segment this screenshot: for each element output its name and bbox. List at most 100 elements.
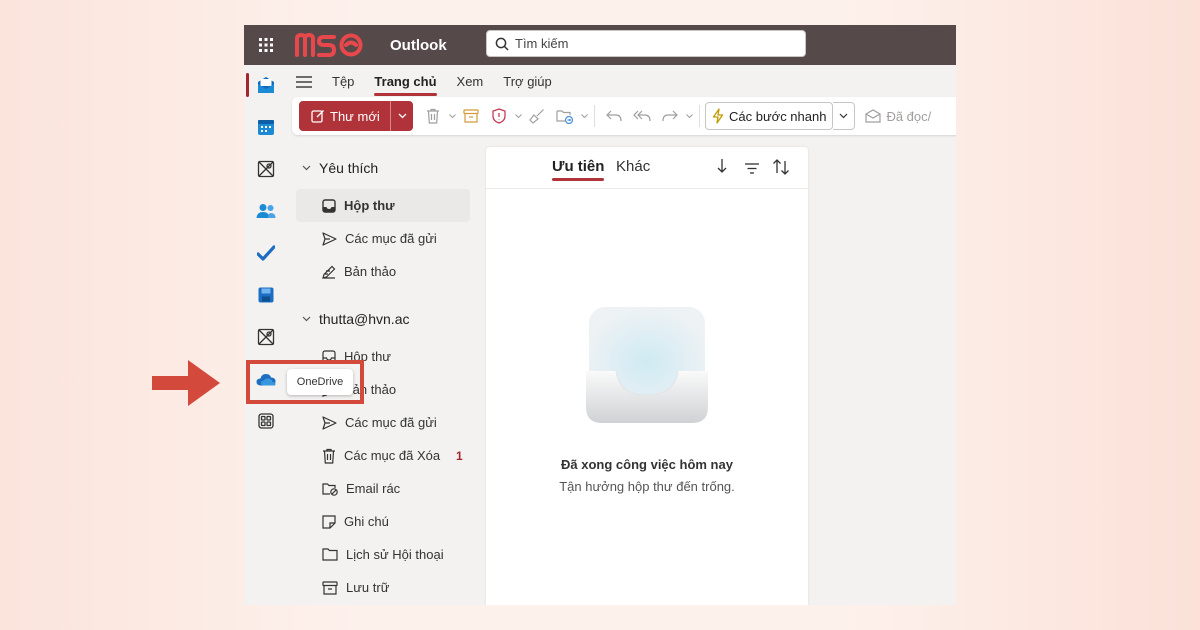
folder-label: Các mục đã Xóa — [344, 448, 441, 463]
new-mail-label: Thư mới — [330, 108, 380, 124]
folder-sent[interactable]: Các mục đã gửi — [296, 406, 476, 439]
app-launcher-icon[interactable] — [244, 25, 288, 65]
folder-fav-sent[interactable]: Các mục đã gửi — [296, 222, 476, 255]
trash-icon — [427, 108, 439, 124]
ribbon-toolbar: Thư mới Các bước nhanh Đã đọc/ — [292, 97, 956, 135]
archive-icon — [322, 580, 338, 595]
app-name: Outlook — [390, 36, 447, 54]
folder-label: Email rác — [346, 481, 401, 496]
lightning-icon — [712, 108, 724, 124]
tab-home[interactable]: Trang chủ — [374, 69, 437, 96]
empty-state-title: Đã xong công việc hôm nay — [561, 457, 733, 472]
rail-mail[interactable] — [244, 67, 288, 103]
app-icon — [257, 160, 275, 178]
quick-steps-button[interactable]: Các bước nhanh — [705, 102, 834, 130]
filter-icon[interactable] — [745, 161, 759, 179]
archive-icon — [463, 109, 479, 123]
account-header[interactable]: thutta@hvn.ac — [296, 298, 476, 340]
folder-label: Các mục đã gửi — [345, 415, 437, 430]
unread-count-badge: 1 — [456, 448, 463, 463]
rail-calendar[interactable] — [244, 109, 288, 145]
folder-label: Hộp thư — [344, 198, 395, 213]
folder-label: Ghi chú — [344, 514, 389, 529]
sort-icon[interactable] — [772, 159, 790, 180]
folder-notes[interactable]: Ghi chú — [296, 505, 476, 538]
send-icon — [322, 231, 337, 246]
onedrive-tooltip: OneDrive — [287, 369, 353, 395]
tab-focused[interactable]: Ưu tiên — [552, 158, 605, 181]
forward-icon — [662, 110, 678, 122]
respond-dropdown[interactable] — [684, 101, 694, 131]
report-dropdown[interactable] — [513, 101, 523, 131]
search-box[interactable]: Tìm kiếm — [486, 30, 806, 57]
top-bar: Outlook Tìm kiếm — [244, 25, 956, 65]
shield-icon — [492, 108, 506, 124]
folder-label: Lịch sử Hội thoại — [346, 547, 444, 562]
new-mail-dropdown[interactable] — [391, 113, 413, 119]
chevron-down-icon — [302, 316, 311, 322]
outlook-window: Outlook Tìm kiếm Tệp Trang chủ Xem Trợ g… — [244, 25, 956, 605]
forward-button[interactable] — [656, 101, 684, 131]
folder-label: Bản thảo — [344, 264, 397, 279]
tab-view[interactable]: Xem — [457, 69, 484, 95]
empty-state-subtitle: Tận hưởng hộp thư đến trống. — [559, 479, 735, 494]
reply-icon — [606, 110, 622, 122]
chevron-down-icon — [685, 113, 693, 118]
folder-fav-inbox[interactable]: Hộp thư — [296, 189, 470, 222]
favorites-header[interactable]: Yêu thích — [296, 147, 476, 189]
reply-all-icon — [633, 110, 651, 122]
rail-people[interactable] — [244, 193, 288, 229]
message-list: Ưu tiên Khác Đã xong công việc hôm nay T… — [486, 147, 808, 605]
more-apps-icon — [258, 413, 274, 429]
reply-button[interactable] — [600, 101, 628, 131]
rail-app-2[interactable] — [244, 319, 288, 355]
tab-other[interactable]: Khác — [616, 158, 650, 175]
tab-help[interactable]: Trợ giúp — [503, 69, 552, 95]
move-to-button[interactable] — [551, 101, 579, 131]
save-icon — [258, 287, 274, 303]
chevron-down-icon — [580, 113, 588, 118]
folder-deleted[interactable]: Các mục đã Xóa 1 — [296, 439, 476, 472]
delete-button[interactable] — [419, 101, 447, 131]
quick-steps-dropdown[interactable] — [833, 102, 856, 130]
hamburger-menu-icon[interactable] — [296, 76, 318, 88]
delete-dropdown[interactable] — [447, 101, 457, 131]
rail-app-1[interactable] — [244, 151, 288, 187]
mail-icon — [258, 77, 274, 93]
app-rail — [244, 65, 288, 605]
message-list-header: Ưu tiên Khác — [486, 147, 808, 189]
trash-icon — [323, 448, 335, 464]
reply-all-button[interactable] — [628, 101, 656, 131]
chevron-down-icon — [302, 165, 311, 171]
folder-move-icon — [556, 110, 574, 124]
folder-junk[interactable]: Email rác — [296, 472, 476, 505]
mso-logo — [294, 31, 366, 59]
rail-save[interactable] — [244, 277, 288, 313]
jump-down-icon[interactable] — [716, 158, 728, 179]
new-mail-button[interactable]: Thư mới — [299, 101, 413, 131]
send-icon — [322, 415, 337, 430]
folder-conversation-history[interactable]: Lịch sử Hội thoại — [296, 538, 476, 571]
new-mail-main[interactable]: Thư mới — [299, 101, 391, 131]
calendar-icon — [258, 120, 274, 135]
junk-folder-icon — [322, 482, 338, 496]
sweep-button[interactable] — [523, 101, 551, 131]
report-button[interactable] — [485, 101, 513, 131]
broom-icon — [529, 109, 544, 124]
chevron-down-icon — [840, 113, 848, 119]
tab-file[interactable]: Tệp — [332, 69, 354, 95]
chevron-down-icon — [448, 113, 456, 118]
todo-icon — [257, 245, 275, 261]
mark-read-button[interactable]: Đã đọc/ — [865, 109, 931, 124]
archive-button[interactable] — [457, 101, 485, 131]
toolbar-divider — [594, 105, 595, 127]
toolbar-divider — [699, 105, 700, 127]
move-dropdown[interactable] — [579, 101, 589, 131]
empty-inbox-illustration — [586, 307, 708, 427]
envelope-open-icon — [865, 109, 882, 123]
folder-fav-drafts[interactable]: Bản thảo — [296, 255, 476, 288]
rail-more-apps[interactable] — [244, 403, 288, 439]
folder-archive[interactable]: Lưu trữ — [296, 571, 476, 604]
rail-todo[interactable] — [244, 235, 288, 271]
folder-label: Các mục đã gửi — [345, 231, 437, 246]
